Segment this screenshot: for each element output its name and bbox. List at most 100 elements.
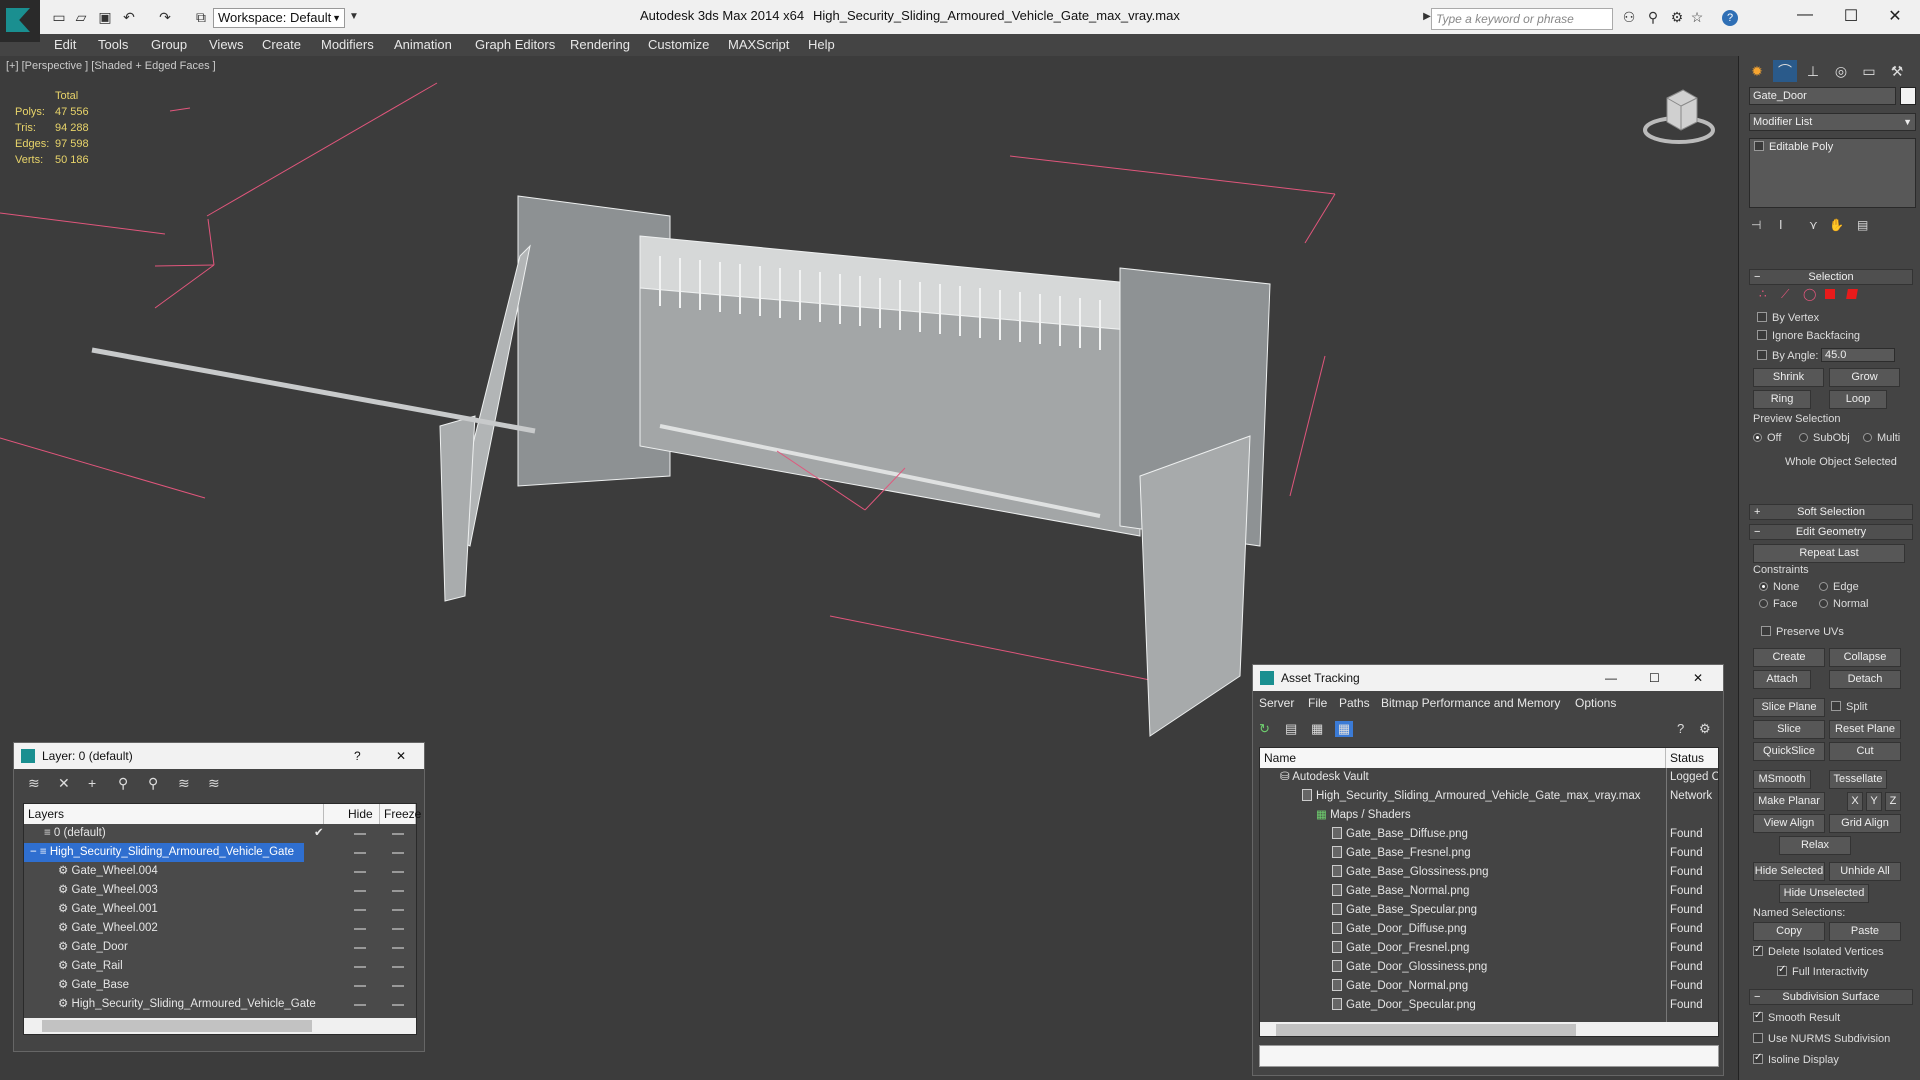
slice-plane-button[interactable]: Slice Plane (1753, 698, 1825, 717)
grid-align-button[interactable]: Grid Align (1829, 814, 1901, 833)
add-to-layer-icon[interactable]: + (88, 775, 96, 791)
highlight-layer-icon[interactable]: ⚲ (148, 775, 158, 792)
col-name[interactable]: Name (1260, 748, 1666, 768)
binoculars-icon[interactable]: ⚇ (1620, 8, 1638, 26)
layer-close-icon[interactable]: ✕ (396, 743, 406, 769)
display-tab-icon[interactable]: ▭ (1857, 60, 1881, 82)
selection-rollout-header[interactable]: − Selection (1749, 269, 1913, 285)
layer-help-icon[interactable]: ? (354, 743, 361, 769)
asset-menu-options[interactable]: Options (1575, 696, 1616, 710)
asset-row[interactable]: Gate_Door_Normal.png Found (1260, 977, 1718, 996)
asset-close-icon[interactable]: ✕ (1693, 665, 1703, 691)
stack-item-editable-poly[interactable]: Editable Poly (1750, 139, 1915, 155)
subdivision-rollout-header[interactable]: − Subdivision Surface (1749, 989, 1913, 1005)
thumbnail-view-icon[interactable]: ▦ (1311, 721, 1323, 737)
refresh-icon[interactable]: ↻ (1259, 721, 1270, 737)
menu-rendering[interactable]: Rendering (570, 37, 630, 52)
edit-geometry-rollout-header[interactable]: − Edit Geometry (1749, 524, 1913, 540)
modify-tab-icon[interactable]: ⌒ (1773, 60, 1797, 82)
utilities-tab-icon[interactable]: ⚒ (1885, 60, 1909, 82)
table-view-icon[interactable]: ▦ (1335, 721, 1353, 737)
asset-row[interactable]: Gate_Door_Fresnel.png Found (1260, 939, 1718, 958)
border-mode-icon[interactable]: ◯ (1803, 287, 1816, 301)
unhide-all-button[interactable]: Unhide All (1829, 862, 1901, 881)
preserve-uvs-checkbox[interactable]: Preserve UVs (1761, 626, 1844, 638)
view-align-button[interactable]: View Align (1753, 814, 1825, 833)
cut-button[interactable]: Cut (1829, 742, 1901, 761)
polygon-mode-icon[interactable] (1825, 289, 1835, 299)
menu-graph-editors[interactable]: Graph Editors (475, 37, 555, 52)
repeat-last-button[interactable]: Repeat Last (1753, 544, 1905, 563)
preview-multi-radio[interactable]: Multi (1863, 432, 1900, 444)
grow-button[interactable]: Grow (1829, 368, 1900, 387)
shrink-button[interactable]: Shrink (1753, 368, 1824, 387)
asset-menu-paths[interactable]: Paths (1339, 696, 1370, 710)
asset-menu-server[interactable]: Server (1259, 696, 1294, 710)
constraint-face-radio[interactable]: Face (1759, 598, 1797, 610)
open-file-icon[interactable]: ▱ (72, 8, 90, 26)
smooth-result-checkbox[interactable]: Smooth Result (1753, 1010, 1840, 1024)
asset-row[interactable]: Gate_Door_Diffuse.png Found (1260, 920, 1718, 939)
split-checkbox[interactable]: Split (1831, 701, 1867, 713)
make-planar-button[interactable]: Make Planar (1753, 792, 1825, 811)
constraint-normal-radio[interactable]: Normal (1819, 598, 1868, 610)
asset-row[interactable]: High_Security_Sliding_Armoured_Vehicle_G… (1260, 787, 1718, 806)
asset-menu-file[interactable]: File (1308, 696, 1327, 710)
select-in-layer-icon[interactable]: ⚲ (118, 775, 128, 792)
asset-row[interactable]: Gate_Door_Glossiness.png Found (1260, 958, 1718, 977)
asset-row[interactable]: Gate_Base_Diffuse.png Found (1260, 825, 1718, 844)
menu-help[interactable]: Help (808, 37, 835, 52)
element-mode-icon[interactable] (1846, 289, 1858, 299)
make-unique-icon[interactable]: ⋎ (1809, 218, 1818, 232)
col-freeze[interactable]: Freeze (380, 804, 421, 824)
quickslice-button[interactable]: QuickSlice (1753, 742, 1825, 761)
asset-help-icon[interactable]: ? (1677, 721, 1684, 736)
paste-button[interactable]: Paste (1829, 922, 1901, 941)
modifier-list-dropdown[interactable]: Modifier List ▼ (1749, 113, 1916, 131)
tessellate-button[interactable]: Tessellate (1829, 770, 1887, 789)
help-icon[interactable]: ? (1722, 10, 1738, 26)
by-angle-checkbox[interactable]: By Angle: (1757, 350, 1818, 362)
redo-icon[interactable]: ↷ (156, 8, 174, 26)
loop-button[interactable]: Loop (1829, 390, 1887, 409)
layer-window-title-bar[interactable]: Layer: 0 (default) ? ✕ (14, 743, 424, 769)
subscription-icon[interactable]: ⚙ (1668, 8, 1686, 26)
preview-subobj-radio[interactable]: SubObj (1799, 432, 1850, 444)
object-color-swatch[interactable] (1900, 87, 1916, 105)
show-end-result-icon[interactable]: Ⅰ (1779, 218, 1783, 232)
col-hide[interactable]: Hide (344, 804, 380, 824)
use-nurms-checkbox[interactable]: Use NURMS Subdivision (1753, 1033, 1890, 1045)
asset-row[interactable]: Gate_Base_Normal.png Found (1260, 882, 1718, 901)
maximize-icon[interactable]: ☐ (1836, 6, 1866, 26)
viewcube[interactable] (1643, 86, 1715, 146)
hide-all-layers-icon[interactable]: ≋ (178, 775, 190, 792)
workspace-expand-icon[interactable]: ▼ (345, 8, 363, 26)
detach-button[interactable]: Detach (1829, 670, 1901, 689)
app-logo[interactable] (0, 0, 40, 42)
menu-group[interactable]: Group (151, 37, 187, 52)
preview-off-radio[interactable]: Off (1753, 432, 1781, 444)
project-folder-icon[interactable]: ⧉ (192, 8, 210, 26)
asset-horizontal-scrollbar[interactable] (1260, 1022, 1718, 1036)
col-status[interactable]: Status (1666, 748, 1718, 768)
menu-maxscript[interactable]: MAXScript (728, 37, 789, 52)
asset-row[interactable]: Gate_Door_Specular.png Found (1260, 996, 1718, 1015)
pin-stack-icon[interactable]: ⊣ (1751, 218, 1761, 232)
asset-menu-bitmap[interactable]: Bitmap Performance and Memory (1381, 696, 1560, 710)
minimize-icon[interactable]: — (1790, 6, 1820, 24)
hierarchy-tab-icon[interactable]: ⊥ (1801, 60, 1825, 82)
msmooth-button[interactable]: MSmooth (1753, 770, 1811, 789)
layer-horizontal-scrollbar[interactable] (24, 1018, 416, 1034)
copy-button[interactable]: Copy (1753, 922, 1825, 941)
soft-selection-rollout-header[interactable]: + Soft Selection (1749, 504, 1913, 520)
create-button[interactable]: Create (1753, 648, 1825, 667)
planar-x-button[interactable]: X (1847, 792, 1863, 811)
workspace-dropdown[interactable]: Workspace: Default ▼ (213, 8, 345, 28)
ignore-backfacing-checkbox[interactable]: Ignore Backfacing (1757, 330, 1860, 342)
collapse-button[interactable]: Collapse (1829, 648, 1901, 667)
menu-customize[interactable]: Customize (648, 37, 709, 52)
vertex-mode-icon[interactable]: ∴ (1759, 287, 1767, 301)
freeze-all-layers-icon[interactable]: ≋ (208, 775, 220, 792)
isoline-display-checkbox[interactable]: Isoline Display (1753, 1052, 1839, 1066)
asset-options-icon[interactable]: ⚙ (1699, 721, 1711, 737)
